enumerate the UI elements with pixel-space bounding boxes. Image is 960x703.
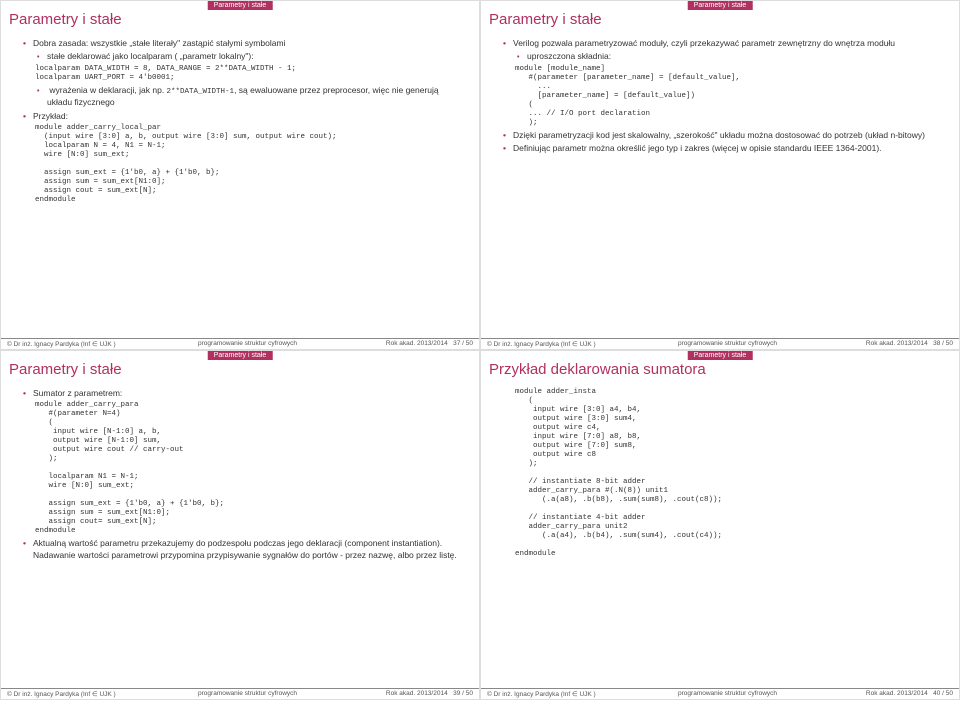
text: wyrażenia w deklaracji, jak np. (49, 85, 166, 95)
slide-body: module adder_insta ( input wire [3:0] a4… (481, 388, 959, 559)
slide-footer: © Dr inż. Ignacy Pardyka (Inf ∈ UJK ) pr… (1, 688, 479, 699)
bullet: Verilog pozwala parametryzować moduły, c… (503, 38, 943, 49)
footer-mid: programowanie struktur cyfrowych (652, 690, 802, 698)
footer-mid: programowanie struktur cyfrowych (172, 340, 322, 348)
slide-body: Verilog pozwala parametryzować moduły, c… (481, 38, 959, 155)
slide-37: Parametry i stałe Parametry i stałe Dobr… (0, 0, 480, 350)
bullet: Sumator z parametrem: (23, 388, 463, 399)
slide-40: Parametry i stałe Przykład deklarowania … (480, 350, 960, 700)
slide-title: Parametry i stałe (9, 361, 479, 378)
slide-body: Sumator z parametrem: module adder_carry… (1, 388, 479, 561)
footer-page: Rok akad. 2013/2014 39 / 50 (323, 690, 473, 698)
bullet: Przykład: (23, 111, 463, 122)
footer-mid: programowanie struktur cyfrowych (172, 690, 322, 698)
sub-bullet: stałe deklarować jako localparam ( „para… (37, 51, 463, 62)
slide-footer: © Dr inż. Ignacy Pardyka (Inf ∈ UJK ) pr… (481, 338, 959, 349)
code-block: localparam DATA_WIDTH = 8, DATA_RANGE = … (35, 65, 463, 83)
footer-page: Rok akad. 2013/2014 40 / 50 (803, 690, 953, 698)
slide-footer: © Dr inż. Ignacy Pardyka (Inf ∈ UJK ) pr… (481, 688, 959, 699)
slide-body: Dobra zasada: wszystkie „stałe literały"… (1, 38, 479, 205)
slide-title: Przykład deklarowania sumatora (489, 361, 959, 378)
code-block: module adder_carry_para #(parameter N=4)… (35, 401, 463, 536)
sub-bullet: wyrażenia w deklaracji, jak np. 2**DATA_… (37, 85, 463, 109)
footer-page: Rok akad. 2013/2014 38 / 50 (803, 340, 953, 348)
slides-grid: Parametry i stałe Parametry i stałe Dobr… (0, 0, 960, 700)
section-tab: Parametry i stałe (208, 351, 273, 360)
slide-footer: © Dr inż. Ignacy Pardyka (Inf ∈ UJK ) pr… (1, 338, 479, 349)
footer-author: © Dr inż. Ignacy Pardyka (Inf ∈ UJK ) (7, 340, 172, 348)
footer-author: © Dr inż. Ignacy Pardyka (Inf ∈ UJK ) (487, 340, 652, 348)
bullet: Definiując parametr można określić jego … (503, 143, 943, 154)
section-tab: Parametry i stałe (688, 351, 753, 360)
inline-code: 2**DATA_WIDTH-1 (167, 88, 235, 96)
bullet: Aktualną wartość parametru przekazujemy … (23, 538, 463, 561)
code-block: module adder_insta ( input wire [3:0] a4… (515, 388, 943, 559)
footer-mid: programowanie struktur cyfrowych (652, 340, 802, 348)
footer-page: Rok akad. 2013/2014 37 / 50 (323, 340, 473, 348)
footer-author: © Dr inż. Ignacy Pardyka (Inf ∈ UJK ) (487, 690, 652, 698)
sub-bullet: uproszczona składnia: (517, 51, 943, 62)
code-block: module [module_name] #(parameter [parame… (515, 65, 943, 128)
bullet: Dzięki parametryzacji kod jest skalowaln… (503, 130, 943, 141)
slide-title: Parametry i stałe (489, 11, 959, 28)
section-tab: Parametry i stałe (208, 1, 273, 10)
slide-title: Parametry i stałe (9, 11, 479, 28)
slide-38: Parametry i stałe Parametry i stałe Veri… (480, 0, 960, 350)
section-tab: Parametry i stałe (688, 1, 753, 10)
bullet: Dobra zasada: wszystkie „stałe literały"… (23, 38, 463, 49)
code-block: module adder_carry_local_par (input wire… (35, 124, 463, 205)
footer-author: © Dr inż. Ignacy Pardyka (Inf ∈ UJK ) (7, 690, 172, 698)
slide-39: Parametry i stałe Parametry i stałe Suma… (0, 350, 480, 700)
